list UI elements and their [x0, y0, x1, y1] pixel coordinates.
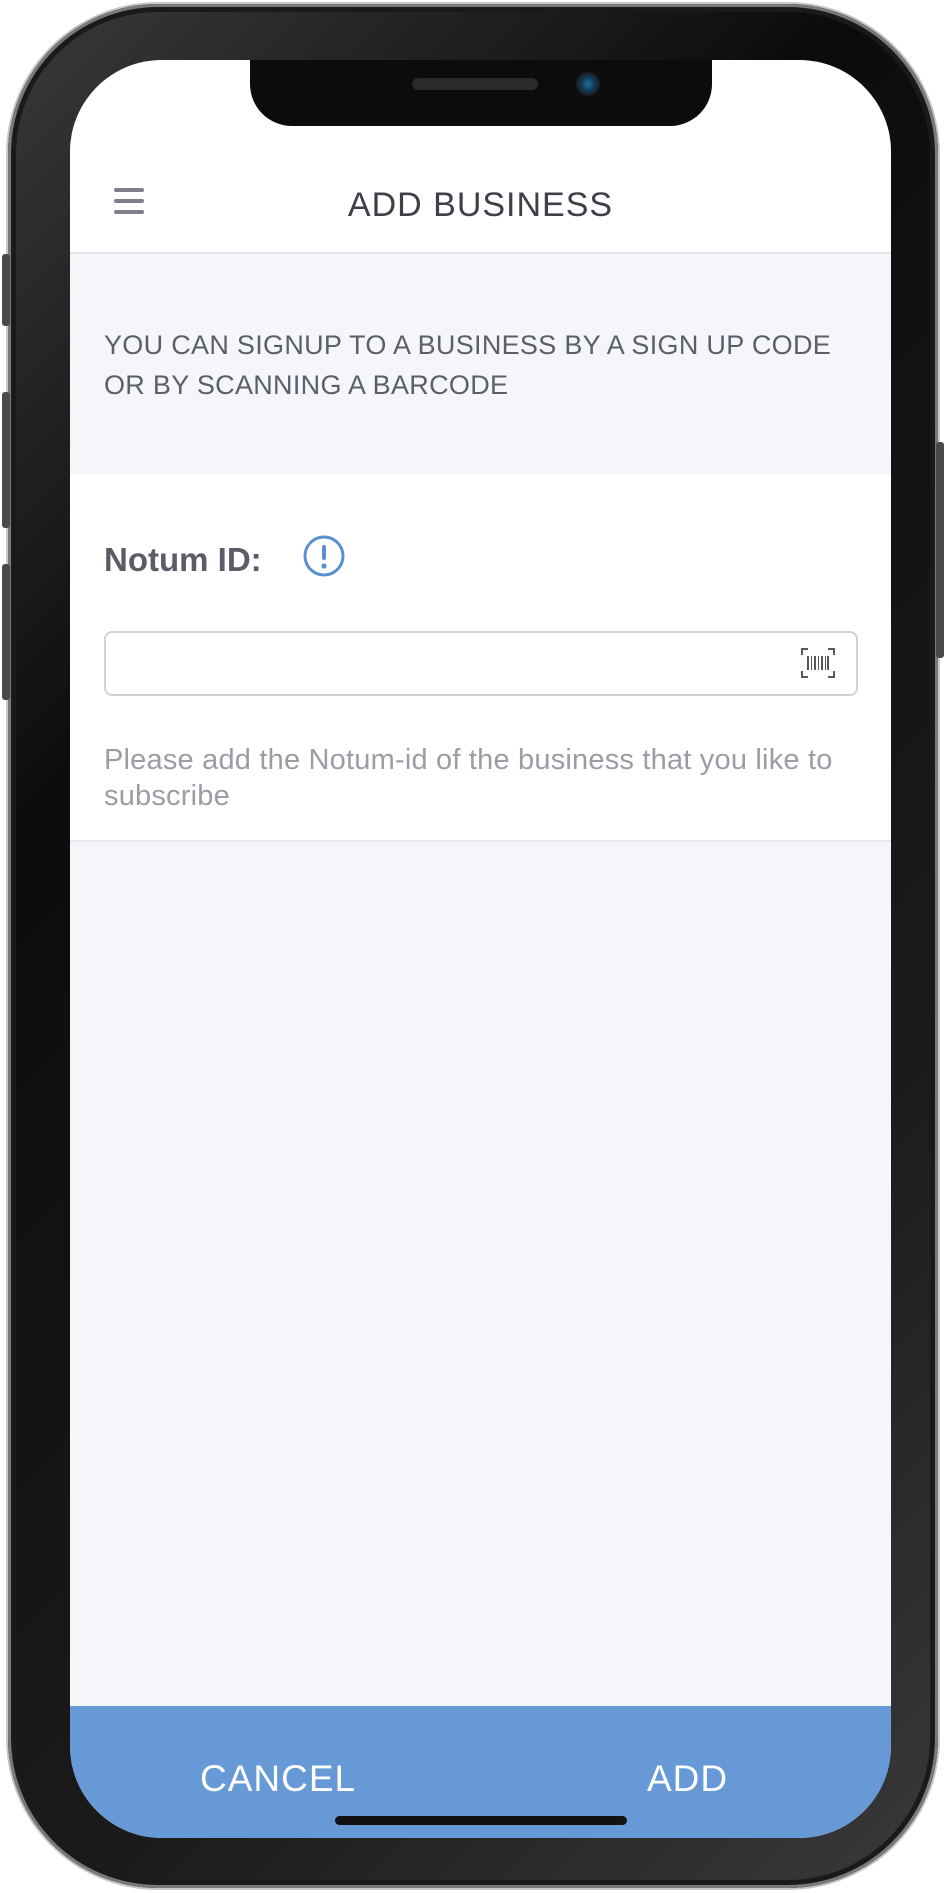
volume-up-button	[2, 392, 10, 528]
phone-frame: ADD BUSINESS YOU CAN SIGNUP TO A BUSINES…	[2, 4, 944, 1888]
cancel-button[interactable]: CANCEL	[200, 1758, 356, 1800]
volume-down-button	[2, 564, 10, 700]
add-button[interactable]: ADD	[647, 1758, 728, 1800]
speaker-grille	[412, 78, 538, 90]
notum-id-form: Notum ID: Please add the Notum-id of the…	[70, 474, 891, 842]
notum-id-input[interactable]	[106, 633, 766, 694]
notum-id-field-wrapper	[104, 631, 858, 696]
info-banner-text: YOU CAN SIGNUP TO A BUSINESS BY A SIGN U…	[104, 330, 832, 400]
exclamation-circle-icon[interactable]	[302, 534, 346, 578]
notum-id-label: Notum ID:	[104, 541, 262, 578]
app-screen: ADD BUSINESS YOU CAN SIGNUP TO A BUSINES…	[70, 60, 891, 1838]
front-camera	[576, 72, 600, 96]
home-indicator[interactable]	[335, 1816, 627, 1825]
barcode-scan-icon[interactable]	[800, 647, 836, 679]
page-title: ADD BUSINESS	[347, 186, 614, 224]
device-notch	[250, 60, 712, 126]
silent-switch	[2, 254, 10, 326]
info-banner: YOU CAN SIGNUP TO A BUSINESS BY A SIGN U…	[70, 254, 891, 474]
power-button	[936, 442, 944, 658]
notum-id-helper-text: Please add the Notum-id of the business …	[104, 744, 833, 812]
